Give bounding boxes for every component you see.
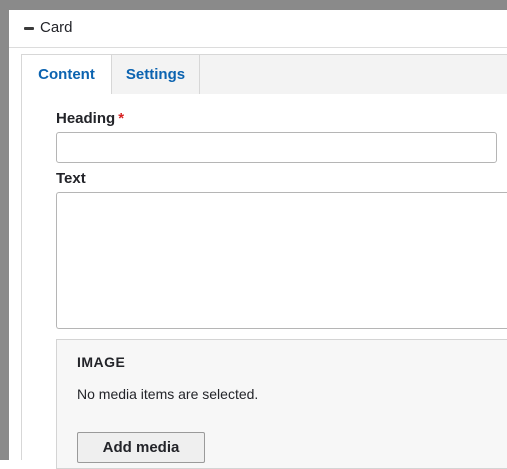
text-label: Text xyxy=(56,170,86,187)
card-panel: Card Content Settings Heading * Text IMAG… xyxy=(9,10,507,469)
heading-label: Heading * xyxy=(56,110,124,127)
heading-input[interactable] xyxy=(56,132,497,163)
image-title: IMAGE xyxy=(77,354,126,370)
image-empty-message: No media items are selected. xyxy=(77,386,259,402)
text-area[interactable] xyxy=(56,192,507,329)
image-field: IMAGE No media items are selected. Add m… xyxy=(56,339,507,469)
card-header[interactable]: Card xyxy=(9,10,507,48)
collapse-icon[interactable] xyxy=(24,27,34,30)
heading-label-text: Heading xyxy=(56,110,116,127)
tab-bar: Content Settings xyxy=(21,54,507,96)
add-media-button[interactable]: Add media xyxy=(77,432,205,463)
tab-settings[interactable]: Settings xyxy=(112,55,200,95)
card-title[interactable]: Card xyxy=(40,19,73,36)
tab-content[interactable]: Content xyxy=(22,55,112,96)
required-marker: * xyxy=(118,110,125,127)
tab-content-panel: Heading * Text IMAGE No media items are s… xyxy=(21,94,507,469)
